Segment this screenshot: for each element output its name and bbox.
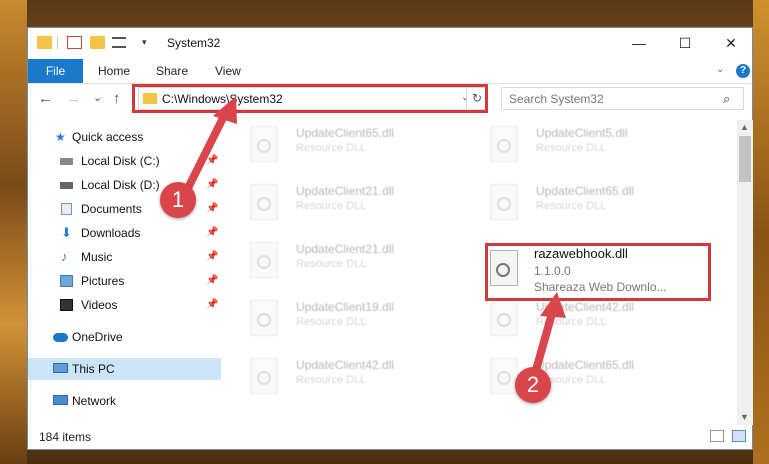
- annotation-arrows: [184, 96, 566, 374]
- step-1-badge: 1: [160, 182, 196, 218]
- step-2-badge: 2: [515, 367, 551, 403]
- arrow-2: [532, 292, 566, 374]
- arrow-1: [184, 96, 237, 192]
